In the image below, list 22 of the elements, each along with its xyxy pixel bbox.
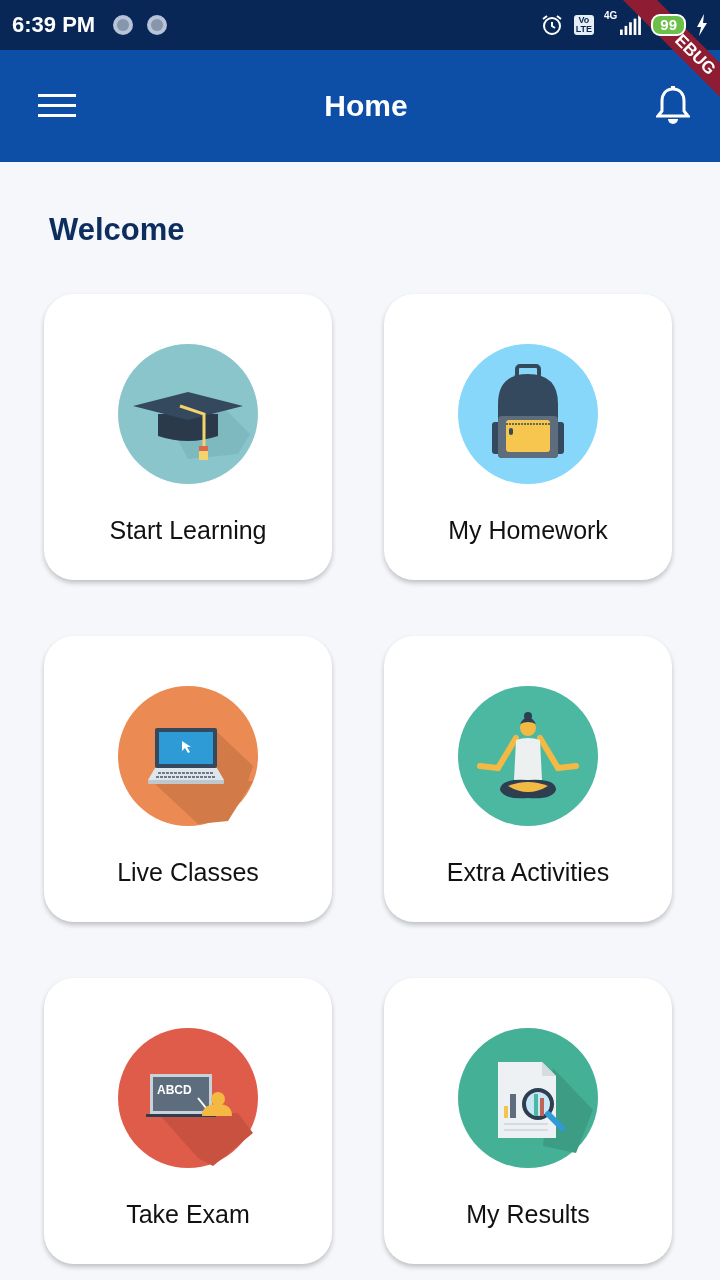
- volte-badge: Vo LTE: [573, 15, 594, 35]
- menu-card[interactable]: My Homework: [384, 294, 672, 580]
- menu-card[interactable]: My Results: [384, 978, 672, 1264]
- menu-card[interactable]: ABCD Take Exam: [44, 978, 332, 1264]
- charging-icon: [696, 14, 708, 36]
- clock-time: 6:39 PM: [12, 12, 96, 38]
- page-title: Home: [324, 89, 408, 123]
- menu-card[interactable]: Start Learning: [44, 294, 332, 580]
- bell-icon: [656, 86, 690, 126]
- welcome-heading: Welcome: [49, 212, 186, 248]
- notification-icon: [145, 13, 170, 37]
- notification-icon: [111, 13, 136, 37]
- network-type: 4G: [603, 10, 618, 21]
- board-text: ABCD: [157, 1083, 192, 1097]
- signal-icon: [619, 15, 642, 35]
- menu-card[interactable]: Live Classes: [44, 636, 332, 922]
- menu-icon: [38, 93, 76, 119]
- menu-card[interactable]: Extra Activities: [384, 636, 672, 922]
- menu-button[interactable]: [38, 93, 76, 119]
- chalkboard: [146, 1074, 216, 1117]
- notifications-button[interactable]: [656, 86, 690, 126]
- teacher-figure: [197, 1092, 232, 1116]
